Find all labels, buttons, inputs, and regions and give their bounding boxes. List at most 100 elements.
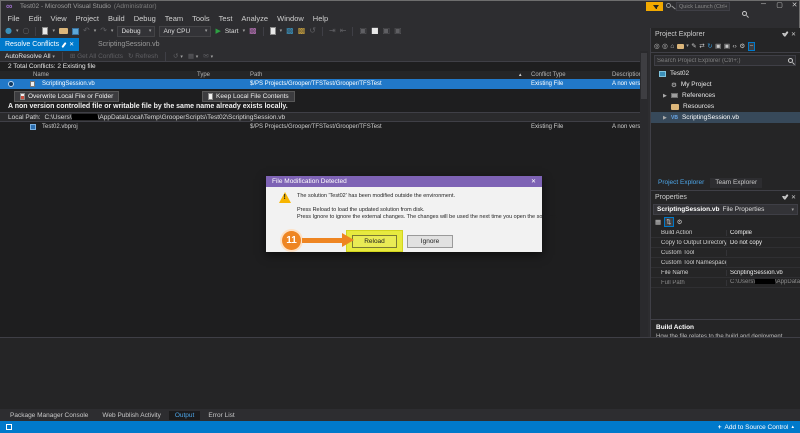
column-description[interactable]: Description xyxy=(612,72,642,78)
refresh-button[interactable]: ↻ Refresh xyxy=(128,53,158,60)
new-folder-caret-icon[interactable]: ▾ xyxy=(686,43,689,49)
menu-edit[interactable]: Edit xyxy=(24,14,46,23)
view-code-icon[interactable]: ‹› xyxy=(732,43,736,50)
reload-button[interactable]: Reload xyxy=(352,235,397,248)
history-button[interactable]: ↺ ▾ xyxy=(173,52,183,60)
solution-platform-dropdown[interactable]: Any CPU▾ xyxy=(159,26,211,37)
key-icon[interactable] xyxy=(666,3,671,8)
comment-icon[interactable]: ↺ xyxy=(309,27,316,35)
dialog-close-icon[interactable]: ✕ xyxy=(531,178,536,185)
bookmark-icon[interactable]: ■ xyxy=(371,27,379,35)
sync-icon[interactable]: ◎ xyxy=(654,42,660,50)
conflict-row[interactable]: Test02.vbproj $/PS Projects/Grooper/TFST… xyxy=(0,122,648,132)
start-caret-icon[interactable]: ▾ xyxy=(243,28,246,34)
property-row[interactable]: Custom Tool xyxy=(651,248,800,258)
property-row-full-path[interactable]: Full PathC:\Users\\AppData\Loc xyxy=(651,278,800,288)
tab-resolve-conflicts[interactable]: Resolve Conflicts ✕ xyxy=(0,38,79,51)
feedback-notification-icon[interactable] xyxy=(646,2,663,11)
column-conflict-type[interactable]: Conflict Type xyxy=(531,72,566,78)
tab-web-publish-activity[interactable]: Web Publish Activity xyxy=(96,411,166,420)
indent-icon[interactable]: ⇥ xyxy=(329,27,336,35)
menu-test[interactable]: Test xyxy=(214,14,237,23)
start-debug-icon[interactable]: ▶ xyxy=(215,28,220,35)
sync-all-icon[interactable]: ◎ xyxy=(662,42,668,50)
properties-gear-icon[interactable]: ⚙ xyxy=(739,42,745,50)
edit-icon[interactable]: ✎ xyxy=(691,42,696,50)
switch-view-icon[interactable]: ⇄ xyxy=(699,42,704,50)
keep-local-file-button[interactable]: Keep Local File Contents xyxy=(202,91,295,102)
autoresolve-all-button[interactable]: AutoResolve All ▾ xyxy=(5,53,55,60)
tab-team-explorer[interactable]: Team Explorer xyxy=(710,178,762,188)
expander-icon[interactable]: ▶ xyxy=(663,115,667,121)
new-folder-icon[interactable] xyxy=(677,44,684,49)
compare-button[interactable]: ▦ ▾ xyxy=(188,52,198,60)
minimize-button[interactable]: ─ xyxy=(757,1,770,8)
categorized-icon[interactable]: ▦ xyxy=(655,218,661,226)
copy-icon[interactable]: ▣ xyxy=(715,42,721,50)
redo-caret-icon[interactable]: ▾ xyxy=(111,28,114,34)
add-to-source-control-button[interactable]: + Add to Source Control ▴ xyxy=(718,424,794,431)
navigate-forward-icon[interactable]: ○ xyxy=(23,27,30,35)
restore-layout-icon[interactable] xyxy=(6,424,12,430)
redo-icon[interactable]: ↷ xyxy=(100,27,107,35)
tree-item-project-test02[interactable]: Test02 xyxy=(651,68,800,79)
undo-caret-icon[interactable]: ▾ xyxy=(94,28,97,34)
menu-help[interactable]: Help xyxy=(308,14,332,23)
editor-vertical-scrollbar[interactable] xyxy=(640,51,648,337)
get-all-conflicts-button[interactable]: ⊞ Get All Conflicts xyxy=(70,53,123,60)
tree-item-references[interactable]: ▶ References xyxy=(651,90,800,101)
alphabetical-icon[interactable]: ⇅ xyxy=(664,217,673,227)
column-type[interactable]: Type xyxy=(197,72,210,78)
home-icon[interactable]: ⌂ xyxy=(670,43,674,50)
start-button[interactable]: Start xyxy=(225,28,239,35)
tree-item-my-project[interactable]: ⚙ My Project xyxy=(651,79,800,90)
navigate-backward-icon[interactable]: ● xyxy=(5,27,12,35)
refresh-icon[interactable]: ↻ xyxy=(707,42,712,50)
menu-window[interactable]: Window xyxy=(273,14,309,23)
undo-icon[interactable]: ↶ xyxy=(83,27,90,35)
menu-build[interactable]: Build xyxy=(104,14,130,23)
annotate-button[interactable]: ✉ ▾ xyxy=(203,52,213,60)
step-icon[interactable]: ▩ xyxy=(298,27,306,35)
close-button[interactable]: ✕ xyxy=(788,1,800,9)
tab-error-list[interactable]: Error List xyxy=(202,411,240,420)
column-path[interactable]: Path xyxy=(250,72,262,78)
menu-debug[interactable]: Debug xyxy=(129,14,160,23)
property-row[interactable]: File NameScriptingSession.vb xyxy=(651,268,800,278)
menu-view[interactable]: View xyxy=(46,14,71,23)
search-icon[interactable] xyxy=(788,58,793,63)
collapse-all-icon[interactable]: − xyxy=(748,42,756,51)
bookmark-prev-icon[interactable]: ▣ xyxy=(394,27,402,35)
pin-icon[interactable] xyxy=(61,42,66,48)
quick-launch-input[interactable] xyxy=(676,2,730,11)
attach-icon[interactable]: ▩ xyxy=(249,27,257,35)
project-explorer-search-input[interactable] xyxy=(657,58,788,64)
new-file-caret-icon[interactable]: ▾ xyxy=(52,28,55,34)
new-file-icon[interactable] xyxy=(42,27,48,35)
new-item-icon[interactable] xyxy=(270,27,276,35)
paste-icon[interactable]: ▣ xyxy=(724,42,730,50)
maximize-button[interactable]: ▢ xyxy=(773,1,786,9)
tab-project-explorer[interactable]: Project Explorer xyxy=(653,178,709,188)
tab-output[interactable]: Output xyxy=(169,411,201,420)
outdent-icon[interactable]: ⇤ xyxy=(340,27,347,35)
menu-analyze[interactable]: Analyze xyxy=(237,14,273,23)
expander-icon[interactable]: ▶ xyxy=(663,93,667,99)
close-panel-icon[interactable]: ✕ xyxy=(791,194,796,201)
tab-scriptingsession[interactable]: ScriptingSession.vb xyxy=(92,38,165,51)
properties-object-selector[interactable]: ScriptingSession.vb File Properties ▾ xyxy=(653,204,798,215)
property-row[interactable]: Build ActionCompile xyxy=(651,228,800,238)
menu-team[interactable]: Team xyxy=(160,14,187,23)
tree-item-scriptingsession[interactable]: ▶ VB ScriptingSession.vb xyxy=(651,112,800,123)
column-name[interactable]: Name xyxy=(33,72,49,78)
close-tab-icon[interactable]: ✕ xyxy=(69,41,74,48)
close-panel-icon[interactable]: ✕ xyxy=(791,31,796,38)
conflict-row-selected[interactable]: ScriptingSession.vb $/PS Projects/Groope… xyxy=(0,79,648,89)
new-item-caret-icon[interactable]: ▾ xyxy=(280,28,283,34)
solution-configuration-dropdown[interactable]: Debug▾ xyxy=(117,26,155,37)
find-in-files-icon[interactable]: ▩ xyxy=(286,27,294,35)
property-pages-icon[interactable]: ⚙ xyxy=(677,218,683,226)
menu-file[interactable]: File xyxy=(3,14,24,23)
menu-project[interactable]: Project xyxy=(71,14,103,23)
open-folder-icon[interactable] xyxy=(59,28,68,34)
